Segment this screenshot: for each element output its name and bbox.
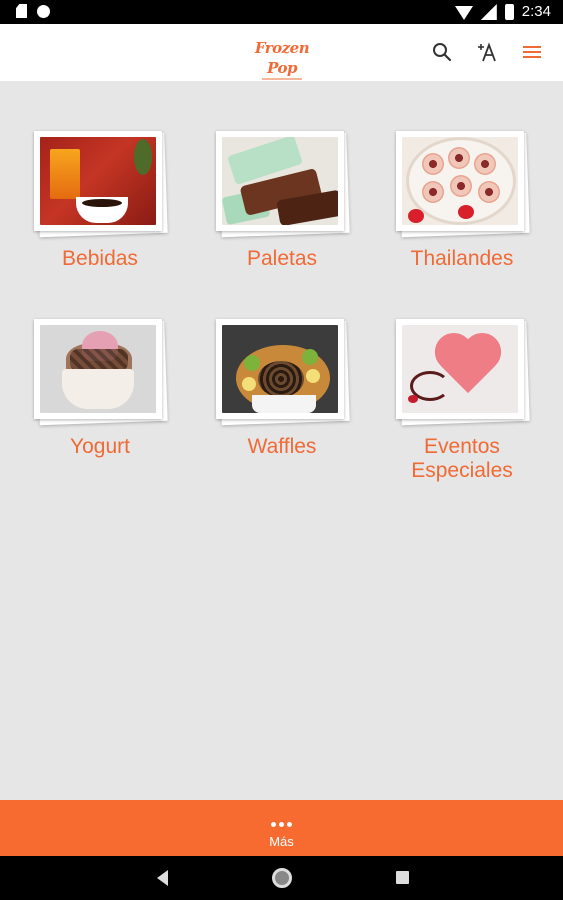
status-time: 2:34: [521, 3, 551, 20]
category-label: Thailandes: [410, 247, 514, 270]
signal-icon: [480, 4, 497, 20]
logo-text: Frozen Pop: [254, 39, 310, 77]
waffles-image: [222, 325, 338, 413]
more-label: Más: [269, 834, 294, 849]
status-bar: 2:34: [0, 0, 563, 24]
category-label: Yogurt: [70, 435, 130, 458]
more-dots-icon: [271, 822, 292, 827]
category-label: Eventos Especiales: [411, 435, 513, 482]
home-icon[interactable]: [272, 868, 292, 888]
font-size-button[interactable]: [474, 38, 502, 66]
back-icon[interactable]: [157, 870, 168, 886]
wifi-icon: [454, 6, 473, 20]
paletas-image: [222, 137, 338, 225]
photo-frame: [396, 131, 530, 238]
search-button[interactable]: [428, 38, 456, 66]
sd-card-icon: [16, 4, 27, 18]
logo-underline: [262, 78, 302, 80]
bebidas-image: [40, 137, 156, 225]
thailandes-image: [402, 137, 518, 225]
category-label: Paletas: [246, 247, 318, 270]
recents-icon[interactable]: [396, 871, 409, 884]
battery-icon: [504, 4, 514, 20]
category-label: Bebidas: [62, 247, 138, 270]
photo-frame: [34, 131, 168, 238]
font-size-icon: [478, 42, 496, 62]
app-bar: Frozen Pop: [0, 24, 563, 81]
search-icon: [433, 43, 452, 62]
photo-frame: [216, 319, 350, 426]
eventos-especiales-image: [402, 325, 518, 413]
photo-frame: [216, 131, 350, 238]
photo-frame: [396, 319, 530, 426]
app-logo: Frozen Pop: [246, 38, 318, 80]
circle-notification-icon: [37, 4, 50, 18]
category-waffles[interactable]: Waffles: [197, 319, 367, 459]
category-eventos-especiales[interactable]: Eventos Especiales: [377, 319, 547, 483]
more-button[interactable]: Más: [0, 800, 563, 856]
category-paletas[interactable]: Paletas: [197, 131, 367, 271]
photo-frame: [34, 319, 168, 426]
yogurt-image: [40, 325, 156, 413]
category-bebidas[interactable]: Bebidas: [15, 131, 185, 271]
category-thailandes[interactable]: Thailandes: [377, 131, 547, 271]
hamburger-menu-icon: [523, 46, 541, 58]
menu-button[interactable]: [518, 38, 546, 66]
category-label: Waffles: [247, 435, 317, 458]
system-nav-bar: [0, 856, 563, 900]
category-yogurt[interactable]: Yogurt: [15, 319, 185, 459]
